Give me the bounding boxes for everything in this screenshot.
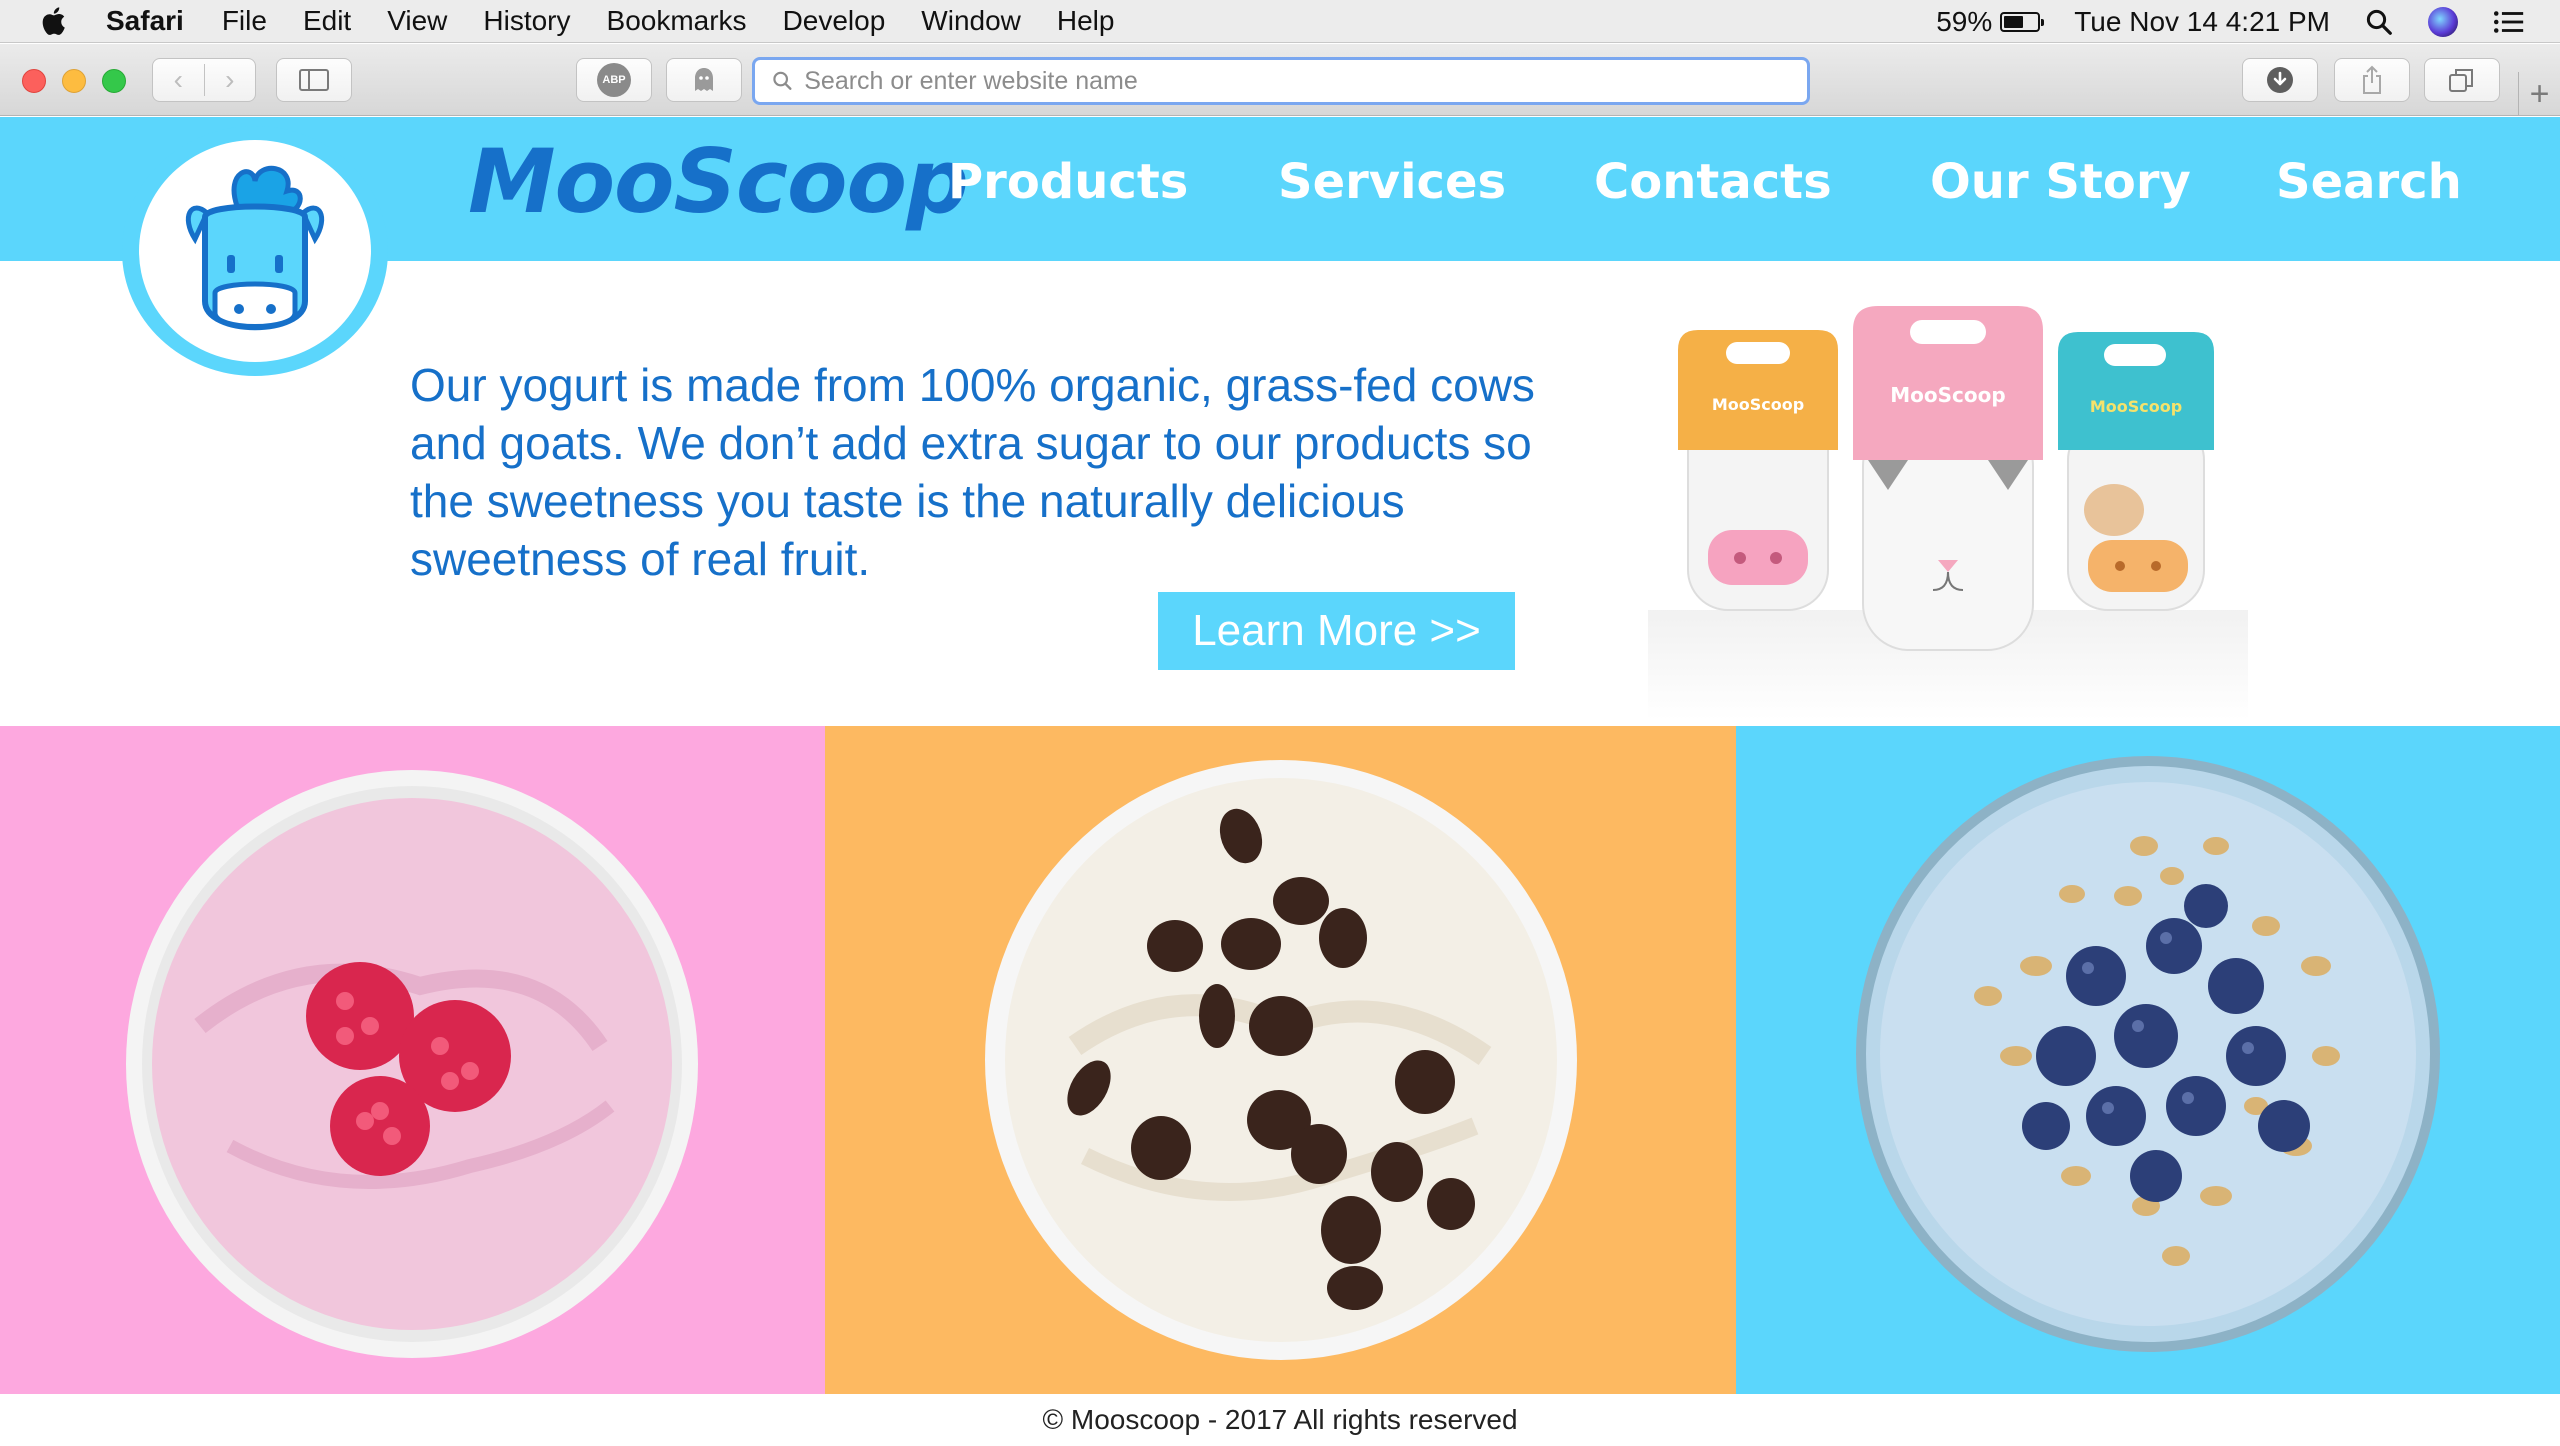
- window-minimize-button[interactable]: [62, 69, 86, 93]
- window-close-button[interactable]: [22, 69, 46, 93]
- nav-search[interactable]: Search: [2276, 154, 2462, 210]
- plus-icon: +: [2529, 74, 2550, 113]
- share-button[interactable]: [2334, 58, 2410, 102]
- site-footer: © Mooscoop - 2017 All rights reserved: [0, 1394, 2560, 1446]
- menu-help[interactable]: Help: [1057, 5, 1115, 37]
- learn-more-button[interactable]: Learn More >>: [1158, 592, 1515, 670]
- battery-level-fill: [2004, 15, 2024, 28]
- chocolate-chip-yogurt-panel[interactable]: [825, 726, 1736, 1394]
- product-label: MooScoop: [2090, 397, 2182, 416]
- siri-icon[interactable]: [2428, 6, 2458, 37]
- new-tab-button[interactable]: +: [2518, 72, 2560, 116]
- raspberry-yogurt-bowl-image: [126, 770, 698, 1358]
- browser-toolbar: ‹ › ABP Search or enter website name +: [0, 44, 2560, 116]
- site-logo[interactable]: [122, 126, 388, 376]
- nav-our-story[interactable]: Our Story: [1930, 154, 2191, 210]
- sidebar-icon: [299, 69, 329, 91]
- spotlight-search-icon[interactable]: [2364, 7, 2394, 37]
- ghost-icon: [695, 68, 713, 91]
- menu-view[interactable]: View: [387, 5, 447, 37]
- blueberry-yogurt-bowl-image: [1856, 756, 2440, 1352]
- download-icon: [2267, 67, 2293, 93]
- nav-contacts[interactable]: Contacts: [1594, 154, 1832, 210]
- menu-window[interactable]: Window: [921, 5, 1021, 37]
- address-input[interactable]: [804, 66, 1807, 96]
- logo-inner: [139, 140, 371, 362]
- brand-wordmark[interactable]: MooScoop: [468, 130, 969, 233]
- product-label: MooScoop: [1890, 383, 2005, 407]
- window-maximize-button[interactable]: [102, 69, 126, 93]
- menubar-clock[interactable]: Tue Nov 14 4:21 PM: [2074, 6, 2330, 38]
- chocolate-chip-yogurt-bowl-image: [985, 760, 1577, 1360]
- nav-products[interactable]: Products: [948, 154, 1188, 210]
- notification-center-icon[interactable]: [2492, 7, 2526, 37]
- menu-bookmarks[interactable]: Bookmarks: [607, 5, 747, 37]
- search-icon: [773, 71, 792, 90]
- sidebar-toggle-button[interactable]: [276, 58, 352, 102]
- tabs-overview-icon: [2449, 69, 2473, 92]
- apple-logo-icon[interactable]: [38, 4, 72, 38]
- menu-develop[interactable]: Develop: [783, 5, 886, 37]
- menu-bar: Safari File Edit View History Bookmarks …: [0, 0, 2560, 43]
- vanilla-bottle: MooScoop: [1678, 330, 1838, 611]
- battery-icon: [2000, 11, 2045, 32]
- blueberry-bottle: MooScoop: [2058, 332, 2214, 611]
- battery-status[interactable]: 59%: [1936, 5, 2045, 38]
- history-navigation: ‹ ›: [152, 58, 256, 102]
- nav-services[interactable]: Services: [1278, 154, 1506, 210]
- hero-description: Our yogurt is made from 100% organic, gr…: [410, 359, 1535, 585]
- cow-mascot-icon: [185, 165, 325, 331]
- share-icon: [2363, 65, 2381, 94]
- copyright-text: © Mooscoop - 2017 All rights reserved: [1042, 1404, 1518, 1435]
- blueberry-yogurt-panel[interactable]: [1736, 726, 2560, 1394]
- adblock-plus-icon: ABP: [597, 63, 631, 97]
- raspberry-bottle: MooScoop: [1853, 306, 2043, 651]
- menu-history[interactable]: History: [483, 5, 570, 37]
- menu-file[interactable]: File: [222, 5, 267, 37]
- battery-percent: 59%: [1936, 5, 1993, 37]
- raspberry-yogurt-panel[interactable]: [0, 726, 825, 1394]
- product-label: MooScoop: [1712, 395, 1804, 414]
- address-bar[interactable]: [752, 57, 1810, 105]
- menu-edit[interactable]: Edit: [303, 5, 351, 37]
- downloads-button[interactable]: [2242, 58, 2318, 102]
- forward-arrow-icon[interactable]: ›: [203, 64, 256, 96]
- show-tabs-button[interactable]: [2424, 58, 2500, 102]
- menu-safari[interactable]: Safari: [106, 5, 184, 37]
- adblock-plus-button[interactable]: ABP: [576, 58, 652, 102]
- back-arrow-icon[interactable]: ‹: [153, 64, 204, 96]
- yogurt-bottles-image: MooScoop MooScoop MooScoop: [1648, 306, 2248, 720]
- ghostery-button[interactable]: [666, 58, 742, 102]
